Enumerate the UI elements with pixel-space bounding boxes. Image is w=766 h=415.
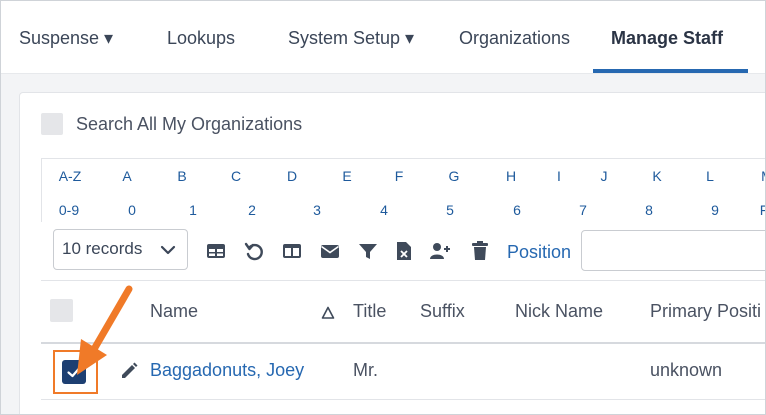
- column-header-name[interactable]: Name: [150, 301, 198, 322]
- alpha-filter-m[interactable]: M: [752, 168, 765, 184]
- alpha-filter-4[interactable]: 4: [369, 202, 399, 218]
- export-excel-icon[interactable]: [393, 240, 415, 262]
- chevron-down-icon: [160, 245, 176, 255]
- nav-organizations[interactable]: Organizations: [459, 27, 570, 49]
- table-top-border: [41, 280, 765, 281]
- alpha-filter-9[interactable]: 9: [700, 202, 730, 218]
- nav-lookups[interactable]: Lookups: [167, 27, 235, 49]
- records-per-page-value: 10 records: [62, 239, 143, 258]
- column-header-nick-name[interactable]: Nick Name: [515, 301, 603, 322]
- annotation-highlight-box: [53, 350, 98, 394]
- alpha-filter-6[interactable]: 6: [502, 202, 532, 218]
- alpha-filter-d[interactable]: D: [277, 168, 307, 184]
- staff-primary-position-cell: unknown: [650, 360, 723, 380]
- top-navigation: Suspense ▾ Lookups System Setup ▾ Organi…: [1, 1, 765, 73]
- alpha-filter-0-9[interactable]: 0-9: [54, 202, 84, 218]
- delete-icon[interactable]: [469, 240, 491, 262]
- nav-manage-staff[interactable]: Manage Staff: [611, 27, 723, 49]
- staff-name-link[interactable]: Baggadonuts, Joey: [150, 360, 304, 381]
- alpha-filter-1[interactable]: 1: [178, 202, 208, 218]
- edit-pencil-icon[interactable]: [119, 361, 139, 381]
- email-icon[interactable]: [319, 240, 341, 262]
- nav-system-setup-dropdown[interactable]: System Setup ▾: [288, 27, 414, 49]
- alpha-filter-f-cut[interactable]: F: [749, 202, 765, 218]
- alpha-filter-j[interactable]: J: [589, 168, 619, 184]
- alpha-filter-3[interactable]: 3: [302, 202, 332, 218]
- alpha-filter-a[interactable]: A: [112, 168, 142, 184]
- alpha-filter-k[interactable]: K: [642, 168, 672, 184]
- reset-icon[interactable]: [243, 240, 265, 262]
- nav-suspense-dropdown[interactable]: Suspense ▾: [19, 27, 113, 49]
- alpha-filter-5[interactable]: 5: [435, 202, 465, 218]
- records-per-page-select[interactable]: 10 records: [53, 229, 188, 270]
- app-window: Suspense ▾ Lookups System Setup ▾ Organi…: [0, 0, 766, 415]
- select-all-checkbox[interactable]: [50, 299, 73, 322]
- alpha-filter-7[interactable]: 7: [568, 202, 598, 218]
- column-header-title[interactable]: Title: [353, 301, 386, 322]
- row-divider: [41, 399, 765, 400]
- column-header-suffix[interactable]: Suffix: [420, 301, 465, 322]
- alpha-filter-e[interactable]: E: [332, 168, 362, 184]
- position-filter-link[interactable]: Position: [507, 242, 571, 263]
- staff-title-cell: Mr.: [353, 360, 378, 380]
- sort-indicator-icon[interactable]: [321, 306, 335, 320]
- alpha-filter-c[interactable]: C: [221, 168, 251, 184]
- search-all-checkbox[interactable]: [41, 113, 63, 135]
- add-user-icon[interactable]: [429, 240, 451, 262]
- column-header-primary-position[interactable]: Primary Positi: [650, 301, 761, 322]
- alpha-filter-b[interactable]: B: [167, 168, 197, 184]
- search-all-label[interactable]: Search All My Organizations: [76, 114, 302, 135]
- alpha-filter-h[interactable]: H: [496, 168, 526, 184]
- alpha-filter-i[interactable]: I: [544, 168, 574, 184]
- columns-icon[interactable]: [281, 240, 303, 262]
- table-view-icon[interactable]: [205, 240, 227, 262]
- position-search-input[interactable]: [581, 230, 765, 271]
- alpha-filter-a-z[interactable]: A-Z: [55, 168, 85, 184]
- filter-icon[interactable]: [357, 240, 379, 262]
- alpha-filter-l[interactable]: L: [695, 168, 725, 184]
- alpha-filter-8[interactable]: 8: [634, 202, 664, 218]
- alpha-filter-2[interactable]: 2: [237, 202, 267, 218]
- alpha-filter-f[interactable]: F: [384, 168, 414, 184]
- alpha-filter-g[interactable]: G: [439, 168, 469, 184]
- table-header-divider: [41, 342, 765, 344]
- alpha-filter-0[interactable]: 0: [117, 202, 147, 218]
